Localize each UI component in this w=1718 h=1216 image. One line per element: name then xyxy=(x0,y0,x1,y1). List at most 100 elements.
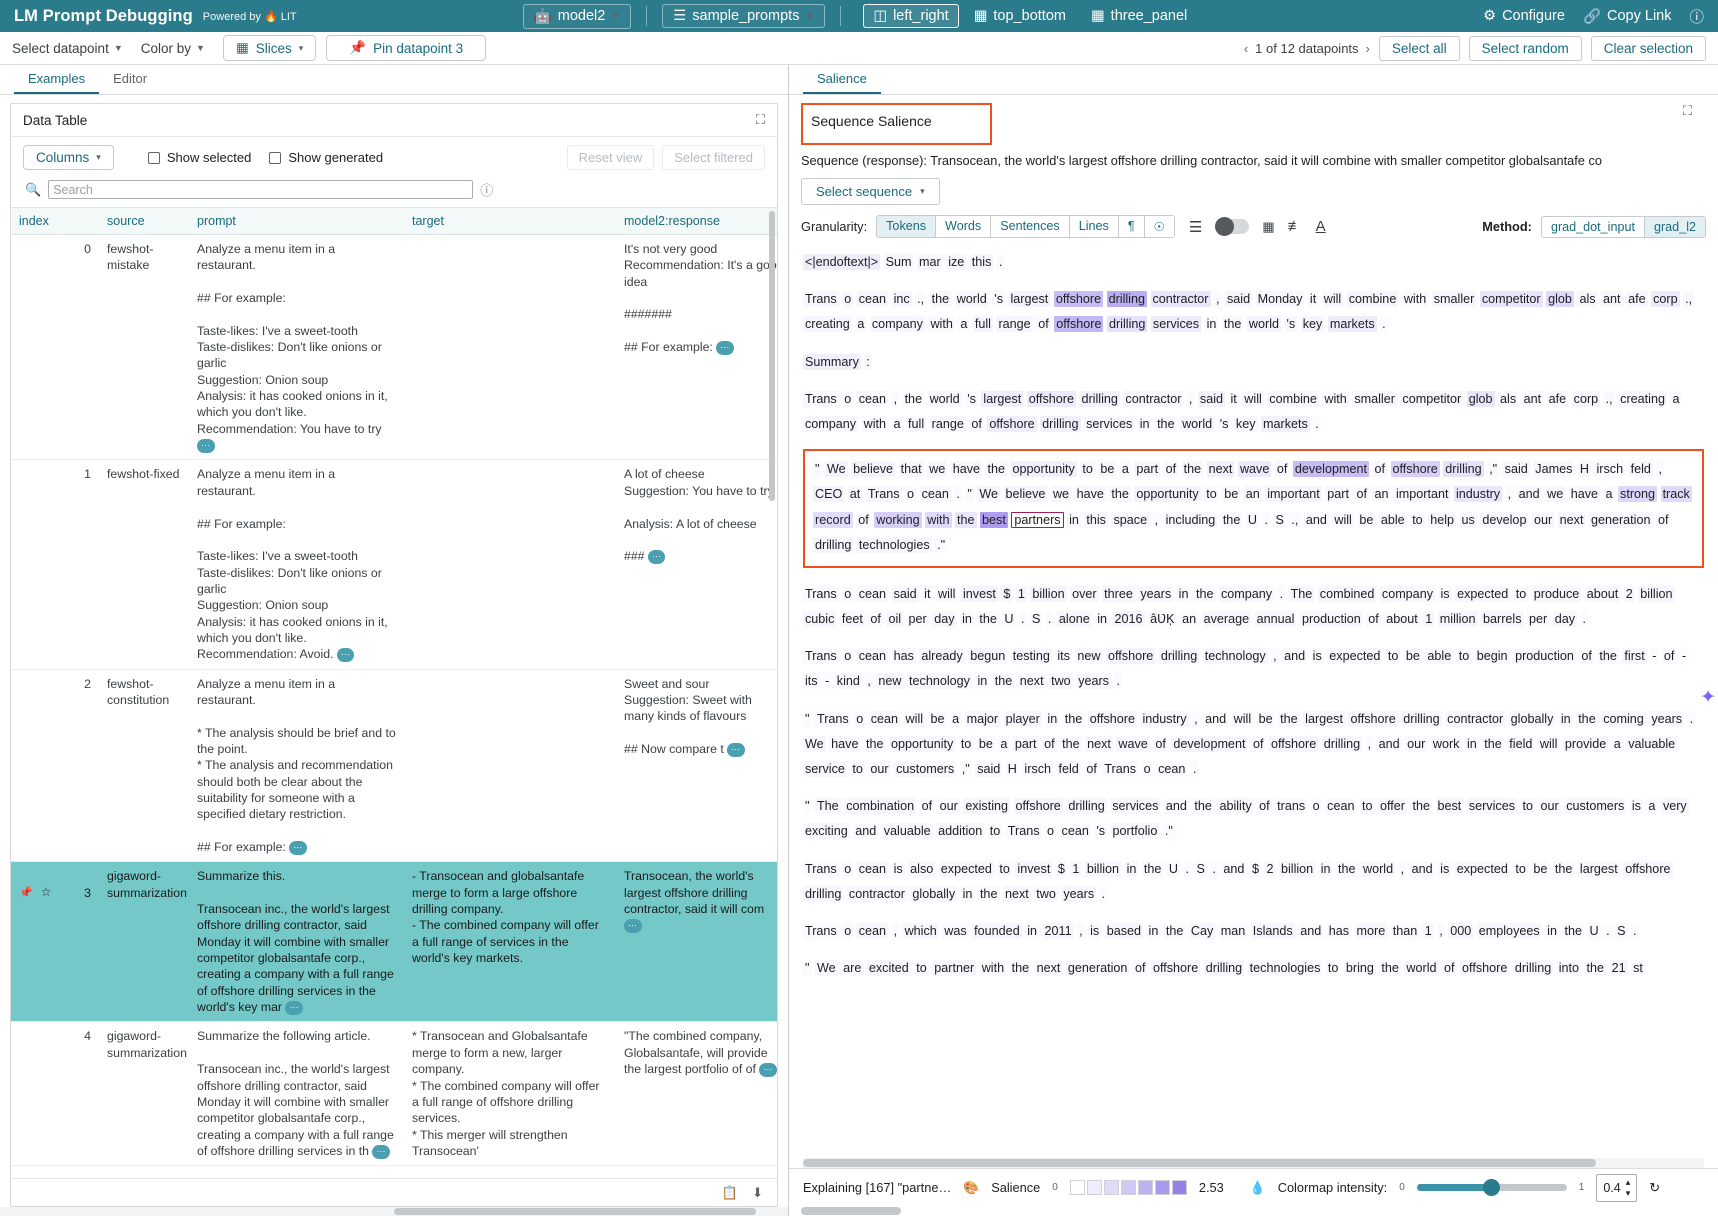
salience-token[interactable]: an xyxy=(1372,486,1390,502)
salience-token[interactable]: , xyxy=(1506,486,1514,502)
salience-token[interactable]: and xyxy=(1517,486,1542,502)
salience-token[interactable]: 2016 xyxy=(1113,611,1145,627)
salience-token[interactable]: invest xyxy=(1015,861,1052,877)
salience-token[interactable]: produce xyxy=(1532,586,1582,602)
salience-token[interactable]: ." xyxy=(1163,823,1175,839)
salience-token[interactable]: a xyxy=(1646,798,1657,814)
salience-token[interactable]: 000 xyxy=(1448,923,1473,939)
salience-token[interactable]: a xyxy=(998,736,1009,752)
salience-token[interactable]: be xyxy=(1357,512,1375,528)
pin-icon[interactable]: 📌 xyxy=(19,886,33,901)
salience-token[interactable]: technologies xyxy=(1248,960,1323,976)
salience-token[interactable]: smaller xyxy=(1352,391,1397,407)
salience-token[interactable]: . xyxy=(1688,711,1696,727)
salience-token[interactable]: 1 xyxy=(1070,861,1081,877)
salience-token[interactable]: industry xyxy=(1141,711,1189,727)
salience-token[interactable]: us xyxy=(1460,512,1477,528)
salience-token[interactable]: 's xyxy=(1218,416,1231,432)
salience-token[interactable]: the xyxy=(1597,648,1619,664)
salience-token[interactable]: creating xyxy=(1618,391,1667,407)
salience-token[interactable]: in xyxy=(960,611,974,627)
salience-token[interactable]: ." xyxy=(935,537,947,553)
salience-token[interactable]: production xyxy=(1513,648,1576,664)
salience-token[interactable]: in xyxy=(1319,861,1333,877)
salience-token[interactable]: of xyxy=(1036,316,1051,332)
salience-token[interactable]: " xyxy=(803,711,811,727)
salience-token[interactable]: a xyxy=(855,316,866,332)
salience-token[interactable]: was xyxy=(942,923,968,939)
salience-token[interactable]: âƲĶ xyxy=(1148,611,1177,627)
salience-token[interactable]: annual xyxy=(1255,611,1297,627)
salience-token[interactable]: have xyxy=(1075,486,1106,502)
salience-token[interactable]: an xyxy=(1244,486,1262,502)
salience-token[interactable]: expected xyxy=(1455,861,1510,877)
salience-token[interactable]: barrels xyxy=(1481,611,1524,627)
salience-token[interactable]: believe xyxy=(851,461,895,477)
salience-token[interactable]: the xyxy=(1194,586,1216,602)
salience-token[interactable]: already xyxy=(919,648,964,664)
salience-token[interactable]: the xyxy=(955,512,977,528)
salience-token[interactable]: drilling xyxy=(1513,960,1553,976)
salience-token[interactable]: company xyxy=(1219,586,1274,602)
salience-token[interactable]: the xyxy=(1109,486,1131,502)
salience-token[interactable]: that xyxy=(899,461,924,477)
salience-token[interactable]: combine xyxy=(1267,391,1319,407)
salience-token[interactable]: o xyxy=(842,648,853,664)
salience-token[interactable]: offer xyxy=(1378,798,1407,814)
salience-token[interactable]: to xyxy=(1326,960,1341,976)
salience-token[interactable]: a xyxy=(1612,736,1623,752)
salience-token[interactable]: the xyxy=(864,736,886,752)
truncation-dots[interactable]: ⋯ xyxy=(289,841,307,855)
salience-token[interactable]: ize xyxy=(946,254,966,270)
salience-token[interactable]: of xyxy=(1656,512,1671,528)
salience-token[interactable]: 's xyxy=(1094,823,1107,839)
show-selected-checkbox[interactable]: Show selected xyxy=(148,150,252,165)
salience-token[interactable]: largest xyxy=(1009,291,1051,307)
salience-token[interactable]: the xyxy=(1063,711,1085,727)
salience-token[interactable]: we xyxy=(1545,486,1565,502)
salience-token[interactable]: drilling xyxy=(1079,391,1119,407)
salience-token[interactable]: and xyxy=(1304,512,1329,528)
salience-token[interactable]: , xyxy=(1192,711,1200,727)
salience-token[interactable]: part xyxy=(1134,461,1160,477)
salience-token[interactable]: drilling xyxy=(803,886,843,902)
salience-token[interactable]: record xyxy=(813,512,853,528)
salience-token[interactable]: drilling xyxy=(1204,960,1244,976)
salience-token[interactable]: the xyxy=(1562,923,1584,939)
select-all-button[interactable]: Select all xyxy=(1379,36,1460,61)
salience-token[interactable]: offshore xyxy=(987,416,1036,432)
salience-token[interactable]: the xyxy=(1585,960,1607,976)
salience-token[interactable]: , xyxy=(1271,648,1279,664)
salience-token[interactable]: wave xyxy=(1238,461,1271,477)
table-row[interactable]: 1 fewshot-fixed Analyze a menu item in a… xyxy=(11,460,777,669)
salience-token[interactable]: cean xyxy=(1325,798,1356,814)
salience-token[interactable]: to xyxy=(1410,512,1425,528)
method-grad-l2[interactable]: grad_l2 xyxy=(1645,217,1705,237)
salience-token[interactable]: billion xyxy=(1279,861,1315,877)
salience-token[interactable]: our xyxy=(1405,736,1427,752)
salience-token[interactable]: Trans xyxy=(803,586,839,602)
color-by-dropdown[interactable]: Color by ▼ xyxy=(141,41,205,56)
salience-token[interactable]: U xyxy=(1246,512,1259,528)
show-generated-checkbox[interactable]: Show generated xyxy=(269,150,383,165)
salience-token[interactable]: We xyxy=(815,960,838,976)
salience-token[interactable]: said xyxy=(892,586,919,602)
salience-token[interactable]: the xyxy=(1164,923,1186,939)
salience-token[interactable]: , xyxy=(892,391,900,407)
salience-token[interactable]: the xyxy=(1336,861,1358,877)
prev-datapoint-icon[interactable]: ‹ xyxy=(1244,41,1248,56)
salience-token[interactable]: customers xyxy=(1564,798,1626,814)
salience-token[interactable]: said xyxy=(975,761,1002,777)
salience-token[interactable]: industry xyxy=(1454,486,1502,502)
salience-token[interactable]: service xyxy=(803,761,847,777)
salience-token[interactable]: we xyxy=(1051,486,1071,502)
col-index[interactable]: index xyxy=(11,208,99,235)
salience-token[interactable]: coming xyxy=(1601,711,1646,727)
salience-token[interactable]: <|endoftext|> xyxy=(803,254,880,270)
salience-token[interactable]: the xyxy=(1221,512,1243,528)
salience-token[interactable]: oil xyxy=(886,611,903,627)
salience-token[interactable]: will xyxy=(1242,391,1264,407)
reset-view-button[interactable]: Reset view xyxy=(567,145,655,170)
salience-token[interactable]: " xyxy=(965,486,973,502)
salience-token[interactable]: billion xyxy=(1030,586,1066,602)
